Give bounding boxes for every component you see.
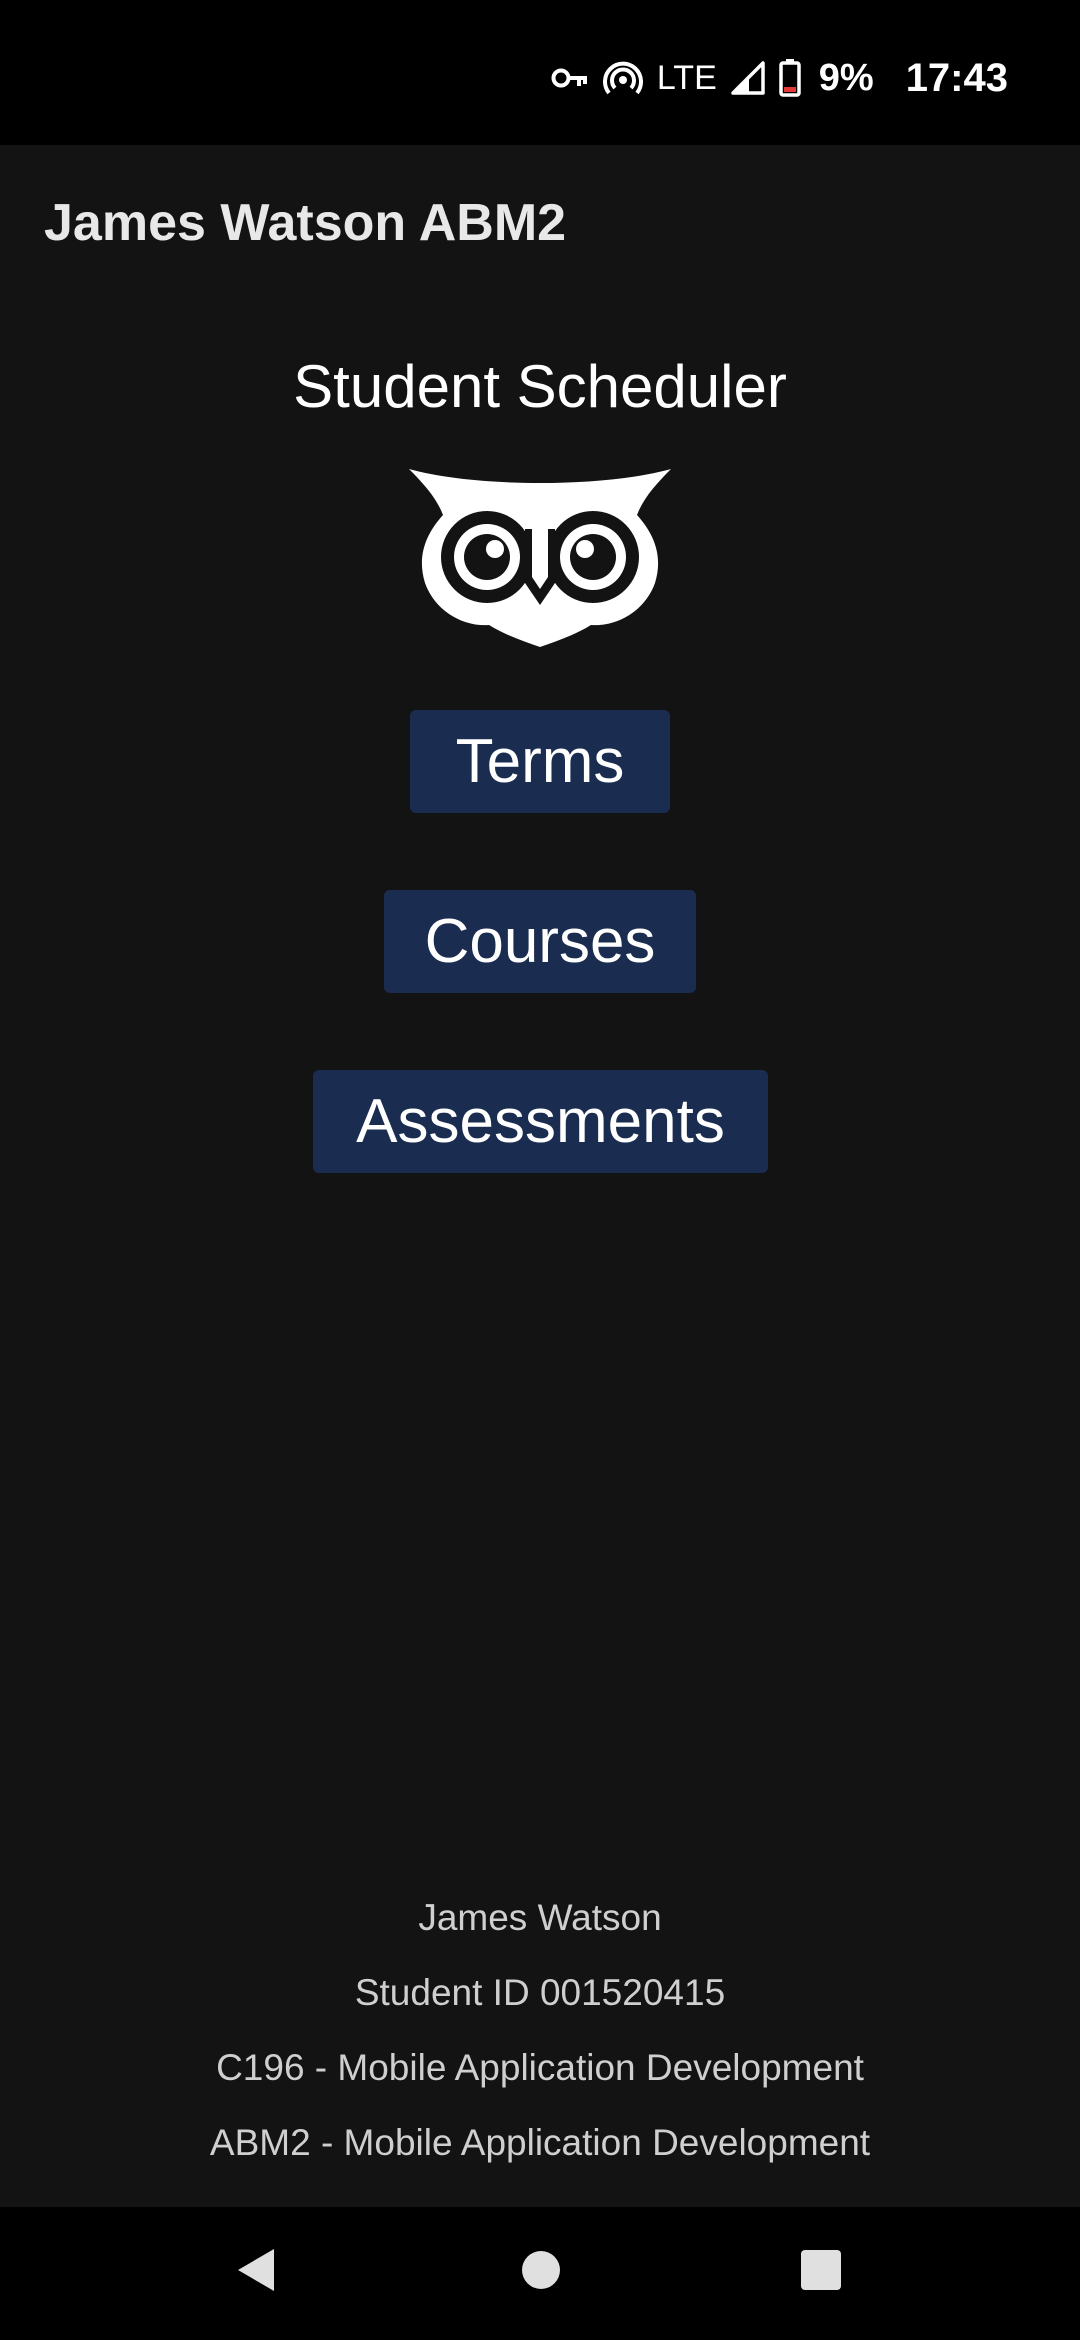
battery-icon (779, 59, 801, 97)
back-icon[interactable] (234, 2247, 276, 2298)
screen: LTE 9% 17:43 James Watson ABM2 Student S… (0, 0, 1080, 2340)
clock: 17:43 (905, 55, 1008, 100)
battery-percent: 9% (818, 56, 874, 99)
student-name: James Watson (418, 1897, 662, 1938)
app-title: James Watson ABM2 (44, 194, 567, 252)
signal-icon (731, 61, 765, 95)
student-info: James Watson Student ID 001520415 C196 -… (0, 1880, 1080, 2180)
vpn-key-icon (551, 65, 589, 91)
student-id: Student ID 001520415 (354, 1972, 726, 2013)
status-icons: LTE 9% 17:43 (551, 50, 1008, 106)
home-icon[interactable] (520, 2247, 562, 2294)
system-nav-bar (0, 2207, 1080, 2340)
network-type-label: LTE (656, 58, 717, 97)
assessments-button[interactable]: Assessments (313, 1070, 768, 1173)
recents-icon[interactable] (800, 2247, 842, 2298)
hotspot-icon (602, 60, 643, 96)
courses-button[interactable]: Courses (384, 890, 696, 993)
page-title: Student Scheduler (293, 353, 787, 420)
owl-logo-icon (405, 465, 675, 650)
course-info: C196 - Mobile Application Development (216, 2047, 864, 2088)
app-bar: James Watson ABM2 (0, 145, 1080, 305)
assessment-info: ABM2 - Mobile Application Development (209, 2122, 871, 2163)
status-bar: LTE 9% 17:43 (0, 0, 1080, 145)
terms-button[interactable]: Terms (410, 710, 670, 813)
